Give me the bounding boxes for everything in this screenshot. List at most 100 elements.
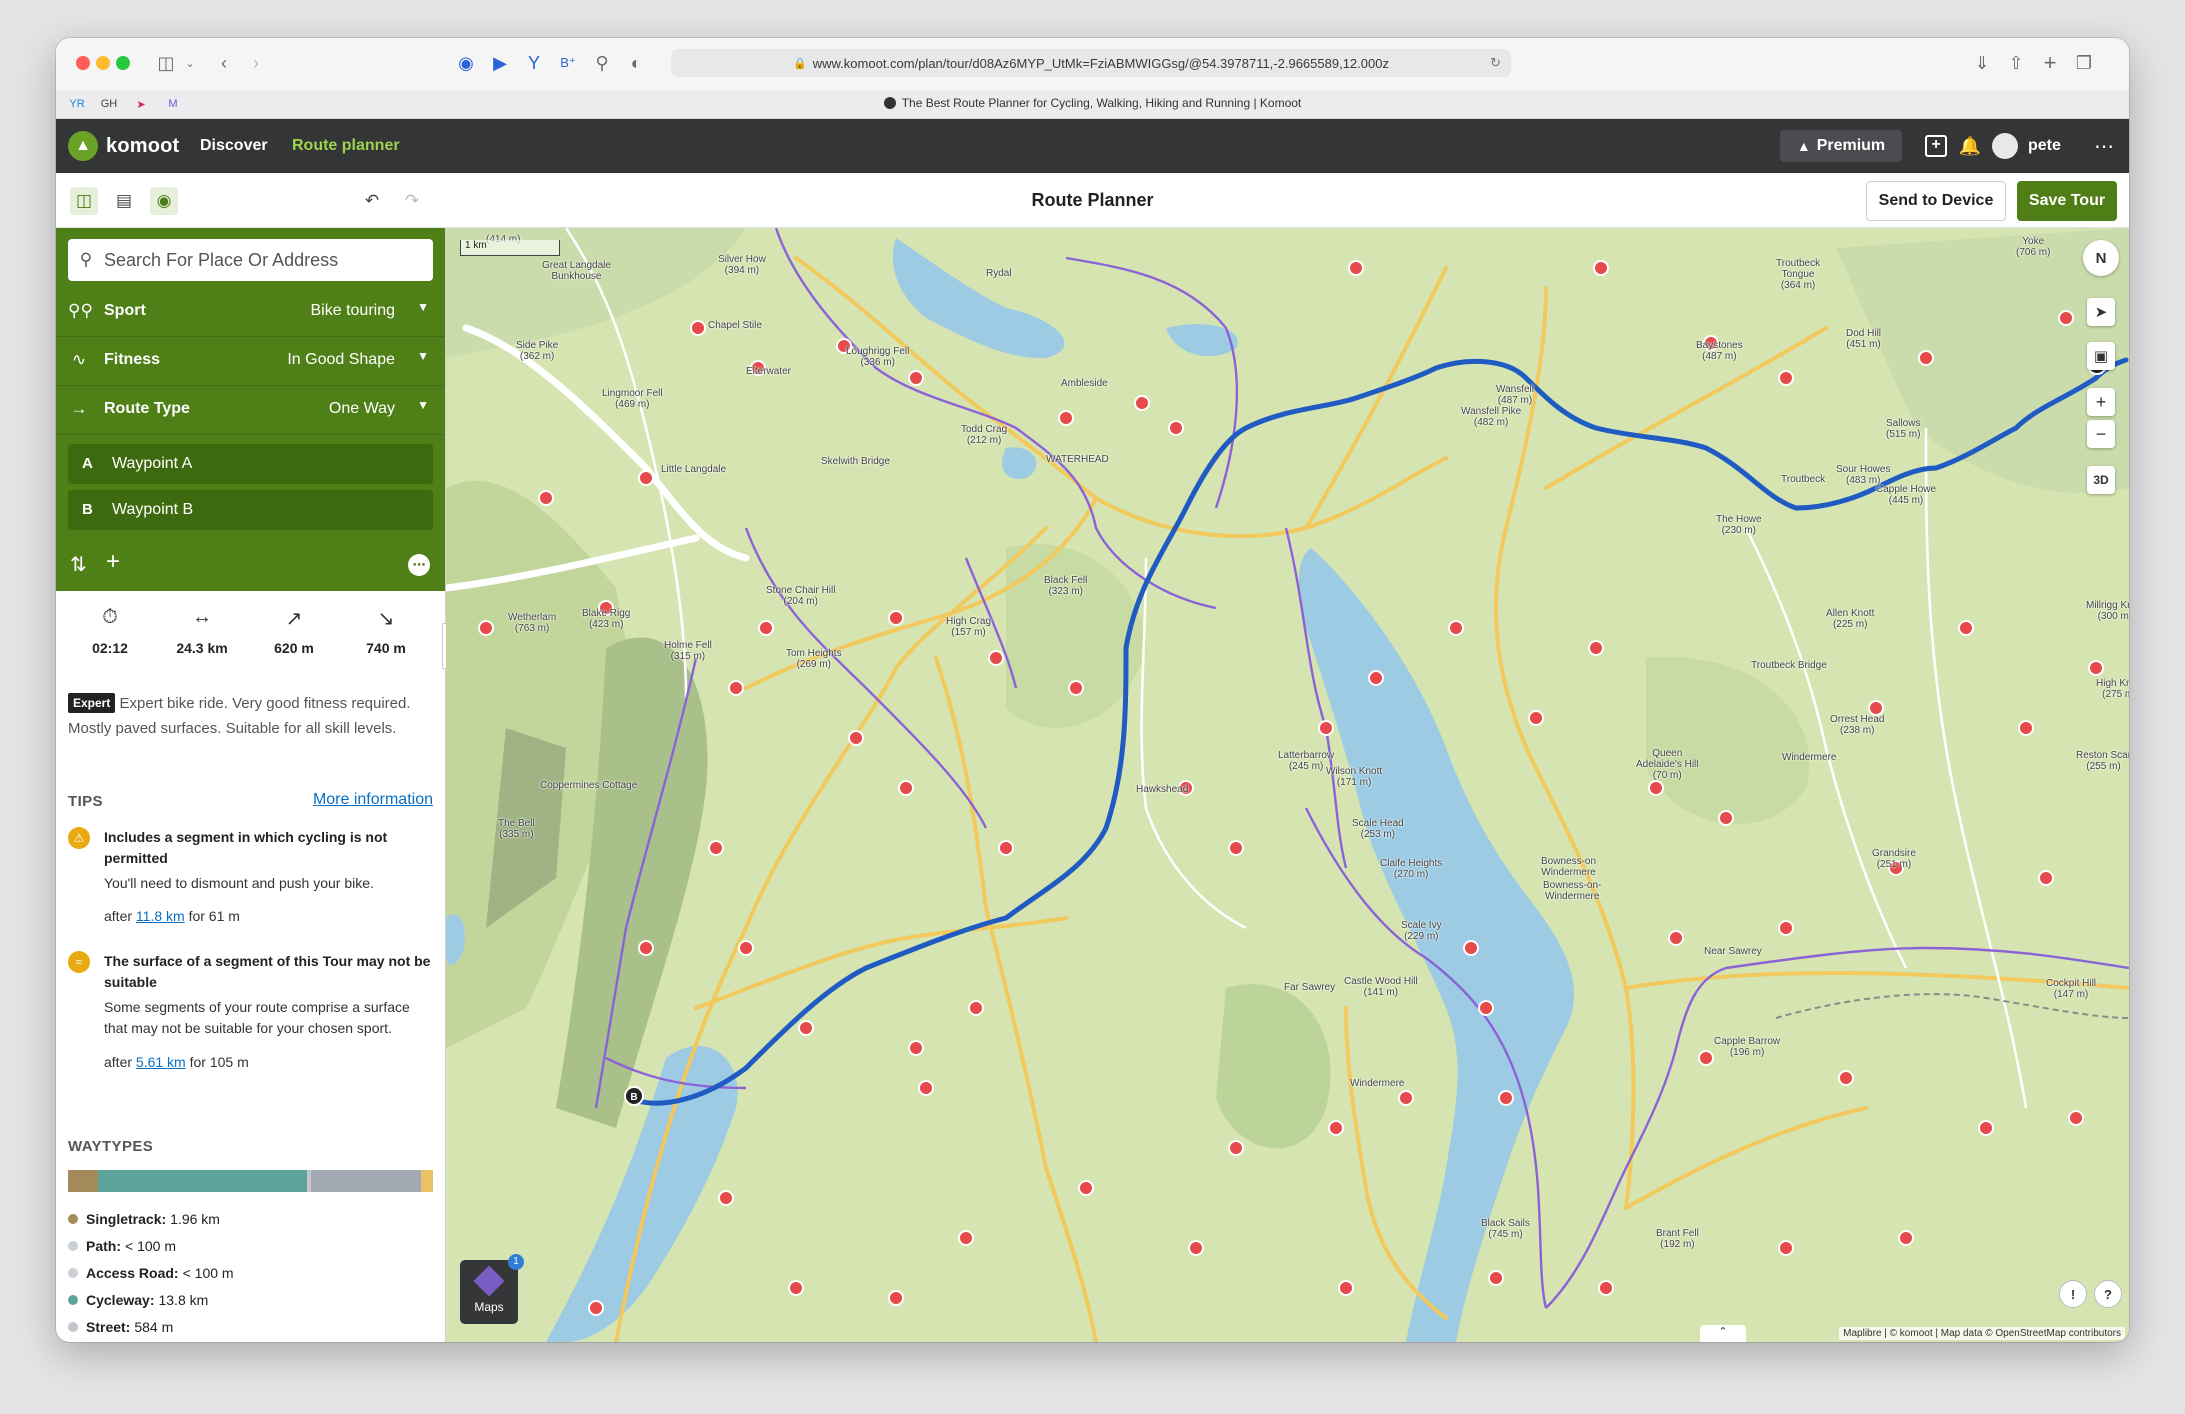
tips-heading: TIPS (68, 793, 103, 810)
y-extension-icon[interactable]: Y (520, 49, 548, 77)
chevron-down-icon[interactable]: ⌄ (176, 49, 204, 77)
close-window-button[interactable] (76, 56, 90, 70)
fitness-select[interactable]: ∿ Fitness In Good Shape ▼ (56, 337, 445, 386)
premium-mountain-icon: ▲ (1796, 138, 1811, 154)
address-bar[interactable]: 🔒 www.komoot.com/plan/tour/d08Az6MYP_UtM… (671, 49, 1511, 77)
chevron-down-icon: ▼ (417, 349, 429, 363)
map-place-label: Blake Rigg (423 m) (582, 608, 631, 630)
magnifier-extension-icon[interactable]: ⚲ (588, 49, 616, 77)
komoot-favicon-icon (883, 97, 896, 109)
fit-route-icon[interactable]: ▣ (2087, 342, 2115, 370)
play-extension-icon[interactable]: ▶ (486, 49, 514, 77)
map-attribution: Maplibre | © komoot | Map data © OpenStr… (1839, 1327, 2125, 1340)
new-tab-icon[interactable]: + (2036, 49, 2064, 77)
map-place-label: Lingmoor Fell (469 m) (602, 388, 663, 410)
nav-route-planner[interactable]: Route planner (292, 137, 400, 155)
tab-overview-icon[interactable]: ❐ (2070, 49, 2098, 77)
nav-discover[interactable]: Discover (200, 137, 268, 155)
add-waypoint-icon[interactable]: + (106, 548, 120, 576)
map-place-label: Great Langdale Bunkhouse (542, 260, 611, 282)
push-bike-icon: ⚠ (68, 827, 90, 849)
map-place-label: High Knott(275 m) (2096, 678, 2129, 700)
onepassword-extension-icon[interactable]: ◉ (452, 49, 480, 77)
report-issue-icon[interactable]: ! (2059, 1280, 2087, 1308)
map-place-label: Brant Fell (192 m) (1656, 1228, 1699, 1250)
zoom-window-button[interactable] (116, 56, 130, 70)
map-canvas[interactable]: A B (414 m)Silver How(394 m)Great Langda… (446, 228, 2129, 1342)
sport-select[interactable]: ⚲⚲ Sport Bike touring ▼ (56, 288, 445, 337)
komoot-logo[interactable]: ▲ komoot (68, 131, 179, 161)
more-options-icon[interactable]: ⋯ (408, 554, 430, 576)
active-tab[interactable]: The Best Route Planner for Cycling, Walk… (56, 96, 2129, 110)
waytype-bar-segment (421, 1170, 433, 1192)
zoom-in-button[interactable]: + (2087, 388, 2115, 416)
map-place-label: Coppermines Cottage (540, 780, 638, 791)
route-type-select[interactable]: → Route Type One Way ▼ (56, 386, 445, 435)
map-place-label: Claife Heights (270 m) (1380, 858, 1443, 880)
compass-button[interactable]: N (2083, 240, 2119, 276)
save-tour-button[interactable]: Save Tour (2017, 181, 2117, 221)
3d-toggle-button[interactable]: 3D (2087, 466, 2115, 494)
waypoint-a[interactable]: A Waypoint A (68, 444, 433, 484)
bottom-panel-icon[interactable]: ▤ (110, 187, 138, 215)
zoom-out-button[interactable]: − (2087, 420, 2115, 448)
waypoint-name: Waypoint A (112, 455, 193, 472)
tip-distance-link[interactable]: 5.61 km (136, 1054, 186, 1070)
waypoint-letter: B (82, 501, 93, 518)
shield-extension-icon[interactable]: ◐ (622, 49, 650, 77)
sidebar-panel-icon[interactable]: ◫ (70, 187, 98, 215)
map-place-label: Holme Fell (315 m) (664, 640, 712, 662)
tip-after-suffix: for 61 m (188, 908, 240, 924)
swap-waypoints-icon[interactable]: ⇅ (70, 552, 87, 577)
username[interactable]: pete (2028, 137, 2061, 155)
share-icon[interactable]: ⇧ (2002, 49, 2030, 77)
back-icon[interactable]: ‹ (210, 49, 238, 77)
map-place-label: Scale Ivy (229 m) (1401, 920, 1442, 942)
forward-icon[interactable]: › (242, 49, 270, 77)
reload-icon[interactable]: ↻ (1490, 55, 1501, 71)
b-extension-icon[interactable]: B⁺ (554, 49, 582, 77)
expand-bottom-panel-button[interactable]: ⌃ (1700, 1325, 1746, 1342)
avatar[interactable] (1992, 133, 2018, 159)
waytype-value: 13.8 km (158, 1291, 209, 1308)
search-icon: ⚲ (79, 250, 93, 269)
waytype-name: Access Road: (86, 1264, 179, 1281)
more-information-link[interactable]: More information (313, 791, 433, 809)
map-place-label: Grandsire (251 m) (1872, 848, 1916, 870)
tip-title: Includes a segment in which cycling is n… (104, 829, 388, 866)
send-to-device-button[interactable]: Send to Device (1866, 181, 2006, 221)
map-place-label: Hawkshead (1136, 784, 1189, 795)
map-layers-button[interactable]: 1 Maps (460, 1254, 524, 1324)
map-place-label: Millrigg Knott(300 m) (2086, 600, 2129, 622)
map-place-label: Ambleside (1061, 378, 1108, 389)
search-input[interactable]: ⚲ Search For Place Or Address (68, 239, 433, 281)
tip-title: The surface of a segment of this Tour ma… (104, 953, 431, 990)
tip-distance-link[interactable]: 11.8 km (136, 908, 185, 924)
uphill-arrow-icon: ↗ (285, 608, 303, 630)
redo-icon[interactable]: ↷ (398, 187, 426, 215)
more-menu-icon[interactable]: ⋯ (2090, 132, 2118, 160)
map-place-label: Rydal (986, 268, 1012, 279)
map-place-label: Dod Hill (451 m) (1846, 328, 1882, 350)
waypoint-name: Waypoint B (112, 501, 194, 518)
locate-arrow-icon[interactable]: ➤ (2087, 298, 2115, 326)
map-place-label: Tom Heights (269 m) (786, 648, 842, 670)
browser-toolbar: ◫ ⌄ ‹ › ◉ ▶ Y B⁺ ⚲ ◐ 🔒 www.komoot.com/pl… (56, 38, 2129, 91)
sport-label: Sport (104, 302, 146, 319)
waytype-item: Street: 584 m (68, 1313, 433, 1340)
waypoint-b[interactable]: B Waypoint B (68, 490, 433, 530)
waytype-bar-segment (311, 1170, 422, 1192)
visibility-eye-icon[interactable]: ◉ (150, 187, 178, 215)
downloads-icon[interactable]: ⇓ (1968, 49, 1996, 77)
waytype-name: Street: (86, 1318, 131, 1335)
lock-icon: 🔒 (793, 57, 807, 70)
notification-bell-icon[interactable]: 🔔 (1956, 132, 1984, 160)
map-place-label: Orrest Head (238 m) (1830, 714, 1885, 736)
create-plus-icon[interactable]: + (1922, 132, 1950, 160)
undo-icon[interactable]: ↶ (358, 187, 386, 215)
minimize-window-button[interactable] (96, 56, 110, 70)
one-way-icon: → (70, 399, 88, 418)
map-place-label: Scale Head (253 m) (1352, 818, 1404, 840)
premium-button[interactable]: ▲ Premium (1780, 130, 1902, 162)
help-icon[interactable]: ? (2094, 1280, 2122, 1308)
